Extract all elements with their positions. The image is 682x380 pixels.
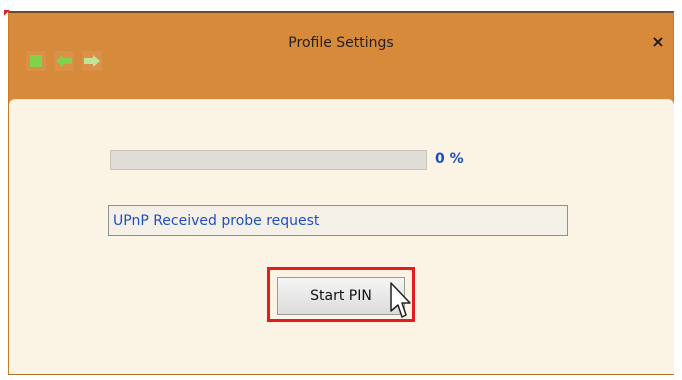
progress-area — [110, 150, 430, 173]
content-panel — [9, 99, 674, 374]
toolbar — [25, 50, 103, 72]
start-pin-button[interactable]: Start PIN — [277, 277, 405, 315]
forward-arrow-icon — [84, 55, 100, 67]
status-message: UPnP Received probe request — [113, 212, 320, 229]
back-button[interactable] — [53, 50, 75, 72]
title-bar: Profile Settings × — [9, 13, 673, 72]
stop-button[interactable] — [25, 50, 47, 72]
progress-percent: 0 % — [435, 151, 464, 167]
status-text-field: UPnP Received probe request — [108, 205, 568, 236]
progress-bar — [110, 150, 427, 170]
close-button[interactable]: × — [650, 34, 666, 50]
stop-icon — [30, 55, 42, 67]
forward-button[interactable] — [81, 50, 103, 72]
window-title: Profile Settings — [288, 35, 394, 51]
back-arrow-icon — [56, 55, 72, 67]
